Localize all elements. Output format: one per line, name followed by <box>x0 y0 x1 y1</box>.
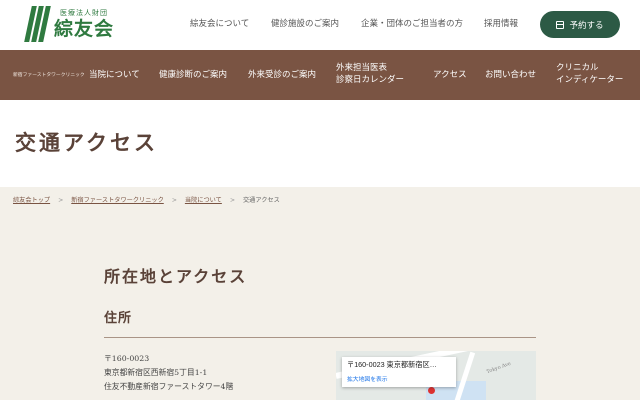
main-nav-item-doctor-schedule-line1: 外来担当医表 <box>336 63 388 73</box>
logo-title: 綜友会 <box>54 17 115 40</box>
main-nav-item-about[interactable]: 当院について <box>89 69 140 81</box>
breadcrumb-separator: > <box>58 197 64 204</box>
address-heading: 住所 <box>104 311 133 326</box>
main-nav-item-checkup[interactable]: 健康診断のご案内 <box>159 69 227 81</box>
main-nav-item-contact[interactable]: お問い合わせ <box>485 69 536 81</box>
divider <box>104 337 536 338</box>
breadcrumb-item-clinic[interactable]: 新宿ファーストタワークリニック <box>71 197 164 204</box>
top-header: 医療法人財団 綜友会 綜友会について 健診施設のご案内 企業・団体のご担当者の方… <box>0 0 640 50</box>
map-info-card: 〒160-0023 東京都新宿区… 拡大地図を表示 <box>342 357 456 387</box>
page-title: 交通アクセス <box>15 130 158 155</box>
map-embed[interactable]: Tokyo Ave 〒160-0023 東京都新宿区… 拡大地図を表示 <box>336 351 536 400</box>
map-card-address: 〒160-0023 東京都新宿区… <box>347 360 437 369</box>
reserve-button-label: 予約する <box>569 20 604 31</box>
breadcrumb-item-top[interactable]: 綜友会トップ <box>13 197 50 204</box>
main-nav-item-outpatient[interactable]: 外来受診のご案内 <box>248 69 316 81</box>
top-nav-about[interactable]: 綜友会について <box>190 17 249 29</box>
logo[interactable]: 医療法人財団 綜友会 <box>24 6 114 42</box>
section-title: 所在地とアクセス <box>104 267 248 286</box>
logo-text: 医療法人財団 綜友会 <box>54 9 114 40</box>
map-street-label: Tokyo Ave <box>485 360 512 376</box>
top-nav-facilities[interactable]: 健診施設のご案内 <box>271 17 339 29</box>
main-nav-item-doctor-schedule[interactable]: 外来担当医表 診察日カレンダー <box>336 62 404 86</box>
reserve-button[interactable]: 予約する <box>540 11 620 38</box>
logo-mark-icon <box>24 6 51 42</box>
logo-subtitle: 医療法人財団 <box>60 8 108 17</box>
address-postal: 〒160-0023 <box>104 354 150 363</box>
main-content: 綜友会トップ > 新宿ファーストタワークリニック > 当院について > 交通アク… <box>0 187 640 400</box>
breadcrumb-separator: > <box>229 197 235 204</box>
main-nav-item-doctor-schedule-line2: 診察日カレンダー <box>336 75 405 85</box>
address-block: 〒160-0023 東京都新宿区西新宿5丁目1-1 住友不動産新宿ファーストタワ… <box>104 352 233 394</box>
address-line2: 住友不動産新宿ファーストタワー4階 <box>104 382 234 391</box>
main-nav-item-clinical-indicator-line1: クリニカル <box>556 63 599 73</box>
breadcrumb-separator: > <box>171 197 177 204</box>
top-nav-corporate[interactable]: 企業・団体のご担当者の方 <box>361 17 463 29</box>
breadcrumb: 綜友会トップ > 新宿ファーストタワークリニック > 当院について > 交通アク… <box>13 195 280 204</box>
top-nav-recruit[interactable]: 採用情報 <box>484 17 518 29</box>
page-title-band: 交通アクセス <box>0 100 640 187</box>
address-line1: 東京都新宿区西新宿5丁目1-1 <box>104 368 208 377</box>
main-nav-item-clinical-indicator-line2: インディケーター <box>556 75 624 85</box>
main-nav-item-access[interactable]: アクセス <box>433 69 467 81</box>
map-enlarge-link[interactable]: 拡大地図を表示 <box>347 374 451 383</box>
breadcrumb-item-current: 交通アクセス <box>242 197 280 204</box>
map-pin-icon[interactable] <box>428 387 435 394</box>
main-nav: 新宿ファーストタワークリニック 当院について 健康診断のご案内 外来受診のご案内… <box>0 50 640 100</box>
calendar-icon <box>556 20 565 29</box>
clinic-name[interactable]: 新宿ファーストタワークリニック <box>13 71 85 78</box>
breadcrumb-item-about[interactable]: 当院について <box>185 197 222 204</box>
main-nav-item-clinical-indicator[interactable]: クリニカル インディケーター <box>556 62 623 86</box>
